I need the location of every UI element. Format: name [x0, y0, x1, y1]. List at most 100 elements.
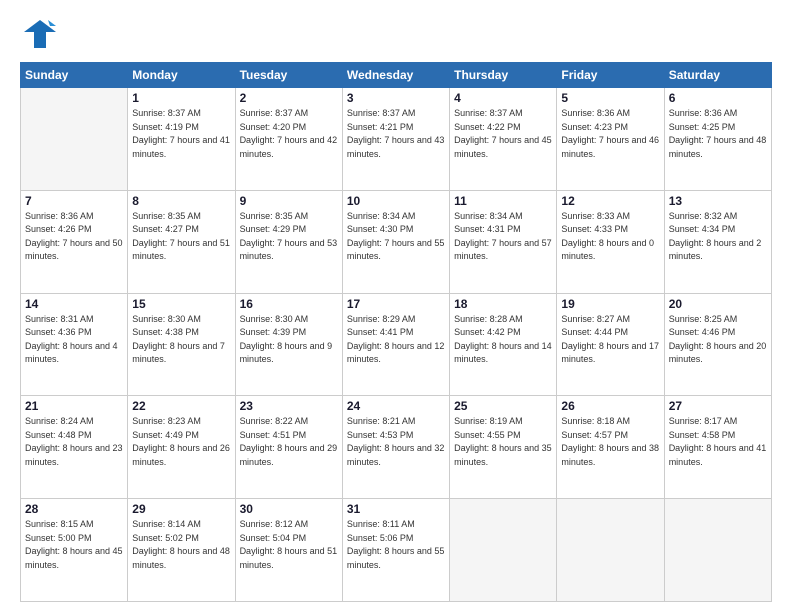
day-cell: 1Sunrise: 8:37 AMSunset: 4:19 PMDaylight…	[128, 88, 235, 191]
logo-icon	[20, 16, 56, 52]
day-info: Sunrise: 8:28 AMSunset: 4:42 PMDaylight:…	[454, 313, 552, 367]
day-info: Sunrise: 8:17 AMSunset: 4:58 PMDaylight:…	[669, 415, 767, 469]
day-cell: 3 Sunrise: 8:37 AMSunset: 4:21 PMDaylight…	[342, 88, 449, 191]
weekday-header-row: SundayMondayTuesdayWednesdayThursdayFrid…	[21, 63, 772, 88]
day-cell: 7 Sunrise: 8:36 AMSunset: 4:26 PMDaylight…	[21, 190, 128, 293]
day-number: 8	[132, 194, 230, 208]
day-cell	[21, 88, 128, 191]
day-number: 14	[25, 297, 123, 311]
day-number: 15	[132, 297, 230, 311]
day-number: 24	[347, 399, 445, 413]
day-info: Sunrise: 8:23 AMSunset: 4:49 PMDaylight:…	[132, 415, 230, 469]
day-cell: 11 Sunrise: 8:34 AMSunset: 4:31 PMDayligh…	[450, 190, 557, 293]
day-cell: 2 Sunrise: 8:37 AMSunset: 4:20 PMDaylight…	[235, 88, 342, 191]
day-number: 22	[132, 399, 230, 413]
day-cell: 16Sunrise: 8:30 AMSunset: 4:39 PMDayligh…	[235, 293, 342, 396]
day-info: Sunrise: 8:12 AMSunset: 5:04 PMDaylight:…	[240, 518, 338, 572]
day-info: Sunrise: 8:22 AMSunset: 4:51 PMDaylight:…	[240, 415, 338, 469]
day-cell: 25 Sunrise: 8:19 AMSunset: 4:55 PMDayligh…	[450, 396, 557, 499]
day-info: Sunrise: 8:34 AMSunset: 4:30 PMDaylight:…	[347, 210, 445, 264]
week-row-4: 28 Sunrise: 8:15 AMSunset: 5:00 PMDayligh…	[21, 499, 772, 602]
day-cell: 31 Sunrise: 8:11 AMSunset: 5:06 PMDayligh…	[342, 499, 449, 602]
day-info: Sunrise: 8:11 AMSunset: 5:06 PMDaylight:…	[347, 518, 445, 572]
day-cell: 10 Sunrise: 8:34 AMSunset: 4:30 PMDayligh…	[342, 190, 449, 293]
day-cell: 5 Sunrise: 8:36 AMSunset: 4:23 PMDaylight…	[557, 88, 664, 191]
day-number: 29	[132, 502, 230, 516]
weekday-wednesday: Wednesday	[342, 63, 449, 88]
day-cell: 23 Sunrise: 8:22 AMSunset: 4:51 PMDayligh…	[235, 396, 342, 499]
calendar-table: SundayMondayTuesdayWednesdayThursdayFrid…	[20, 62, 772, 602]
day-cell: 6 Sunrise: 8:36 AMSunset: 4:25 PMDaylight…	[664, 88, 771, 191]
day-info: Sunrise: 8:24 AMSunset: 4:48 PMDaylight:…	[25, 415, 123, 469]
day-number: 18	[454, 297, 552, 311]
day-info: Sunrise: 8:18 AMSunset: 4:57 PMDaylight:…	[561, 415, 659, 469]
day-number: 6	[669, 91, 767, 105]
day-info: Sunrise: 8:33 AMSunset: 4:33 PMDaylight:…	[561, 210, 659, 264]
day-number: 11	[454, 194, 552, 208]
day-info: Sunrise: 8:29 AMSunset: 4:41 PMDaylight:…	[347, 313, 445, 367]
day-number: 31	[347, 502, 445, 516]
day-info: Sunrise: 8:21 AMSunset: 4:53 PMDaylight:…	[347, 415, 445, 469]
day-cell: 27Sunrise: 8:17 AMSunset: 4:58 PMDayligh…	[664, 396, 771, 499]
day-info: Sunrise: 8:36 AMSunset: 4:25 PMDaylight:…	[669, 107, 767, 161]
day-cell: 21 Sunrise: 8:24 AMSunset: 4:48 PMDayligh…	[21, 396, 128, 499]
day-number: 17	[347, 297, 445, 311]
week-row-2: 14 Sunrise: 8:31 AMSunset: 4:36 PMDayligh…	[21, 293, 772, 396]
day-number: 21	[25, 399, 123, 413]
day-cell: 14 Sunrise: 8:31 AMSunset: 4:36 PMDayligh…	[21, 293, 128, 396]
weekday-monday: Monday	[128, 63, 235, 88]
day-info: Sunrise: 8:37 AMSunset: 4:21 PMDaylight:…	[347, 107, 445, 161]
weekday-friday: Friday	[557, 63, 664, 88]
day-number: 4	[454, 91, 552, 105]
day-cell: 28 Sunrise: 8:15 AMSunset: 5:00 PMDayligh…	[21, 499, 128, 602]
day-cell: 30Sunrise: 8:12 AMSunset: 5:04 PMDayligh…	[235, 499, 342, 602]
calendar-page: SundayMondayTuesdayWednesdayThursdayFrid…	[0, 0, 792, 612]
day-info: Sunrise: 8:36 AMSunset: 4:26 PMDaylight:…	[25, 210, 123, 264]
day-number: 7	[25, 194, 123, 208]
day-cell: 24 Sunrise: 8:21 AMSunset: 4:53 PMDayligh…	[342, 396, 449, 499]
day-cell: 12 Sunrise: 8:33 AMSunset: 4:33 PMDayligh…	[557, 190, 664, 293]
day-info: Sunrise: 8:19 AMSunset: 4:55 PMDaylight:…	[454, 415, 552, 469]
weekday-saturday: Saturday	[664, 63, 771, 88]
day-info: Sunrise: 8:14 AMSunset: 5:02 PMDaylight:…	[132, 518, 230, 572]
day-cell: 8Sunrise: 8:35 AMSunset: 4:27 PMDaylight…	[128, 190, 235, 293]
day-info: Sunrise: 8:35 AMSunset: 4:29 PMDaylight:…	[240, 210, 338, 264]
day-number: 5	[561, 91, 659, 105]
day-info: Sunrise: 8:34 AMSunset: 4:31 PMDaylight:…	[454, 210, 552, 264]
day-number: 20	[669, 297, 767, 311]
week-row-3: 21 Sunrise: 8:24 AMSunset: 4:48 PMDayligh…	[21, 396, 772, 499]
day-info: Sunrise: 8:31 AMSunset: 4:36 PMDaylight:…	[25, 313, 123, 367]
weekday-tuesday: Tuesday	[235, 63, 342, 88]
header	[20, 16, 772, 52]
logo	[20, 16, 60, 52]
day-number: 1	[132, 91, 230, 105]
day-info: Sunrise: 8:15 AMSunset: 5:00 PMDaylight:…	[25, 518, 123, 572]
day-number: 16	[240, 297, 338, 311]
day-number: 25	[454, 399, 552, 413]
day-number: 23	[240, 399, 338, 413]
day-info: Sunrise: 8:37 AMSunset: 4:20 PMDaylight:…	[240, 107, 338, 161]
weekday-thursday: Thursday	[450, 63, 557, 88]
day-cell: 4Sunrise: 8:37 AMSunset: 4:22 PMDaylight…	[450, 88, 557, 191]
day-cell: 17 Sunrise: 8:29 AMSunset: 4:41 PMDayligh…	[342, 293, 449, 396]
day-cell: 19Sunrise: 8:27 AMSunset: 4:44 PMDayligh…	[557, 293, 664, 396]
day-cell: 29 Sunrise: 8:14 AMSunset: 5:02 PMDayligh…	[128, 499, 235, 602]
day-number: 19	[561, 297, 659, 311]
day-info: Sunrise: 8:25 AMSunset: 4:46 PMDaylight:…	[669, 313, 767, 367]
day-cell: 18 Sunrise: 8:28 AMSunset: 4:42 PMDayligh…	[450, 293, 557, 396]
weekday-sunday: Sunday	[21, 63, 128, 88]
day-number: 26	[561, 399, 659, 413]
day-info: Sunrise: 8:32 AMSunset: 4:34 PMDaylight:…	[669, 210, 767, 264]
day-cell: 22 Sunrise: 8:23 AMSunset: 4:49 PMDayligh…	[128, 396, 235, 499]
day-cell: 13Sunrise: 8:32 AMSunset: 4:34 PMDayligh…	[664, 190, 771, 293]
day-cell: 15 Sunrise: 8:30 AMSunset: 4:38 PMDayligh…	[128, 293, 235, 396]
day-number: 10	[347, 194, 445, 208]
day-number: 2	[240, 91, 338, 105]
day-cell	[664, 499, 771, 602]
day-info: Sunrise: 8:30 AMSunset: 4:38 PMDaylight:…	[132, 313, 230, 367]
day-number: 28	[25, 502, 123, 516]
day-number: 3	[347, 91, 445, 105]
day-info: Sunrise: 8:36 AMSunset: 4:23 PMDaylight:…	[561, 107, 659, 161]
week-row-1: 7 Sunrise: 8:36 AMSunset: 4:26 PMDaylight…	[21, 190, 772, 293]
day-number: 12	[561, 194, 659, 208]
